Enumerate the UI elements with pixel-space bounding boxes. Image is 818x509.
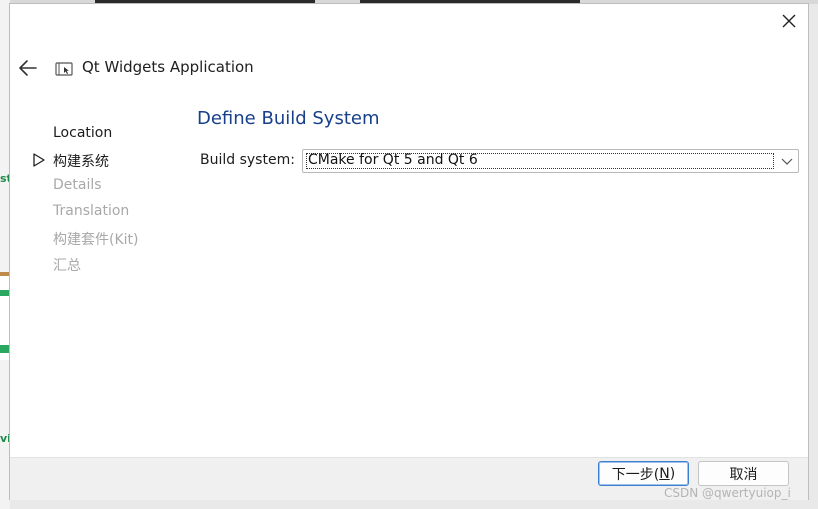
next-button[interactable]: 下一步(N) <box>598 461 689 486</box>
step-kits: 构建套件(Kit) <box>53 232 139 248</box>
page-title: Define Build System <box>197 108 380 129</box>
close-button[interactable] <box>778 10 800 32</box>
close-icon <box>782 14 796 28</box>
cancel-button-label: 取消 <box>729 466 758 483</box>
wizard-dialog: Qt Widgets Application Location 构建系统 Det… <box>9 3 809 500</box>
cancel-button[interactable]: 取消 <box>698 461 789 486</box>
step-build-system: 构建系统 <box>53 154 109 170</box>
next-button-mnemonic: N <box>659 465 670 482</box>
step-translation: Translation <box>53 203 130 219</box>
build-system-combobox[interactable]: CMake for Qt 5 and Qt 6 <box>302 149 799 173</box>
step-summary: 汇总 <box>53 258 81 274</box>
step-location: Location <box>53 125 113 141</box>
next-button-label: 下一步( <box>611 466 660 483</box>
next-button-suffix: ) <box>669 465 676 482</box>
app-window-icon <box>55 62 73 76</box>
wizard-title: Qt Widgets Application <box>82 58 254 76</box>
back-button[interactable] <box>18 59 40 77</box>
chevron-down-icon <box>781 158 793 165</box>
step-details: Details <box>53 177 102 193</box>
watermark: CSDN @qwertyuiop_i <box>664 486 791 500</box>
build-system-label: Build system: <box>200 152 295 168</box>
arrow-left-icon <box>19 60 37 76</box>
current-step-arrow-icon <box>33 153 45 167</box>
build-system-value: CMake for Qt 5 and Qt 6 <box>308 152 478 168</box>
